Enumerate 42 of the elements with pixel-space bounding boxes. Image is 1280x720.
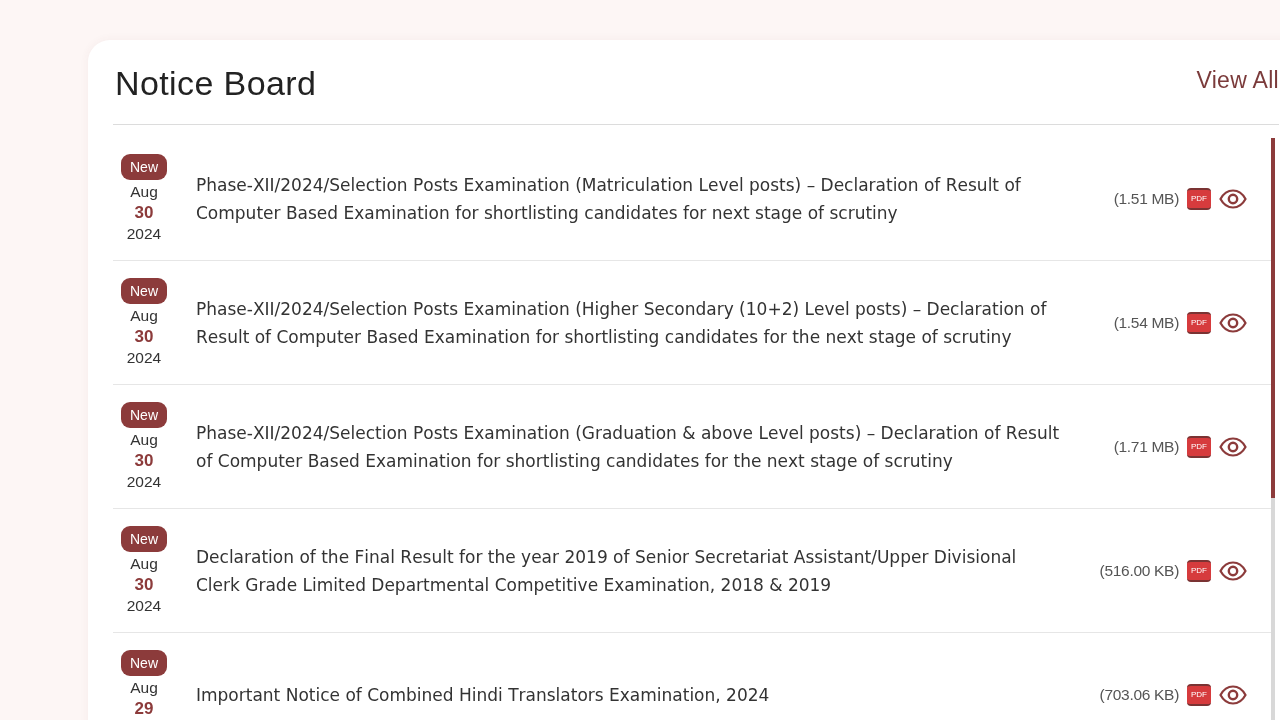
file-size: (516.00 KB) — [1099, 561, 1179, 580]
new-tag: New — [121, 278, 167, 304]
date-day: 29 — [134, 698, 154, 719]
date-year: 2024 — [126, 224, 162, 244]
date-day: 30 — [134, 202, 154, 223]
new-tag: New — [121, 154, 167, 180]
panel-title: Notice Board — [115, 63, 317, 104]
notice-link[interactable]: Phase-XII/2024/Selection Posts Examination (Matriculation Level posts) – Declaration of Result of Computer Based Examination for shortlisting candidates for next stage of scrutiny — [196, 170, 1062, 227]
pdf-download-link[interactable]: PDF — [1187, 559, 1211, 582]
pdf-download-link[interactable]: PDF — [1187, 683, 1211, 706]
view-all-link[interactable]: View All — [1196, 66, 1279, 94]
date-month: Aug — [130, 678, 158, 698]
date-month: Aug — [130, 554, 158, 574]
pdf-download-link[interactable]: PDF — [1187, 187, 1211, 210]
notice-link[interactable]: Important Notice of Combined Hindi Translators Examination, 2024 — [196, 680, 1062, 709]
file-size: (1.54 MB) — [1113, 313, 1179, 332]
date-year: 2024 — [126, 596, 162, 616]
file-size: (1.71 MB) — [1113, 437, 1179, 456]
new-tag: New — [121, 526, 167, 552]
date-year: 2024 — [126, 472, 162, 492]
eye-icon[interactable] — [1219, 684, 1247, 705]
file-size: (1.51 MB) — [1113, 189, 1179, 208]
eye-icon[interactable] — [1219, 436, 1247, 457]
pdf-download-link[interactable]: PDF — [1187, 311, 1211, 334]
date-year: 2024 — [126, 348, 162, 368]
date-day: 30 — [134, 574, 154, 595]
notice-link[interactable]: Phase-XII/2024/Selection Posts Examination (Higher Secondary (10+2) Level posts) – Declaration of Result of Computer Based Examination for shortlisting candidates for the next stage of scrutiny — [196, 294, 1062, 351]
eye-icon[interactable] — [1219, 312, 1247, 333]
date-month: Aug — [130, 306, 158, 326]
date-day: 30 — [134, 326, 154, 347]
date-month: Aug — [130, 430, 158, 450]
eye-icon[interactable] — [1219, 188, 1247, 209]
new-tag: New — [121, 650, 167, 676]
eye-icon[interactable] — [1219, 560, 1247, 581]
scrollbar-thumb[interactable] — [1271, 138, 1275, 498]
notice-link[interactable]: Declaration of the Final Result for the year 2019 of Senior Secretariat Assistant/Upper Divisional Clerk Grade Limited Departmental Competitive Examination, 2018 & 2019 — [196, 542, 1062, 599]
file-size: (703.06 KB) — [1099, 685, 1179, 704]
notice-link[interactable]: Phase-XII/2024/Selection Posts Examination (Graduation & above Level posts) – Declaration of Result of Computer Based Examination for shortlisting candidates for the next stage of scrutiny — [196, 418, 1062, 475]
new-tag: New — [121, 402, 167, 428]
date-month: Aug — [130, 182, 158, 202]
date-day: 30 — [134, 450, 154, 471]
pdf-download-link[interactable]: PDF — [1187, 435, 1211, 458]
